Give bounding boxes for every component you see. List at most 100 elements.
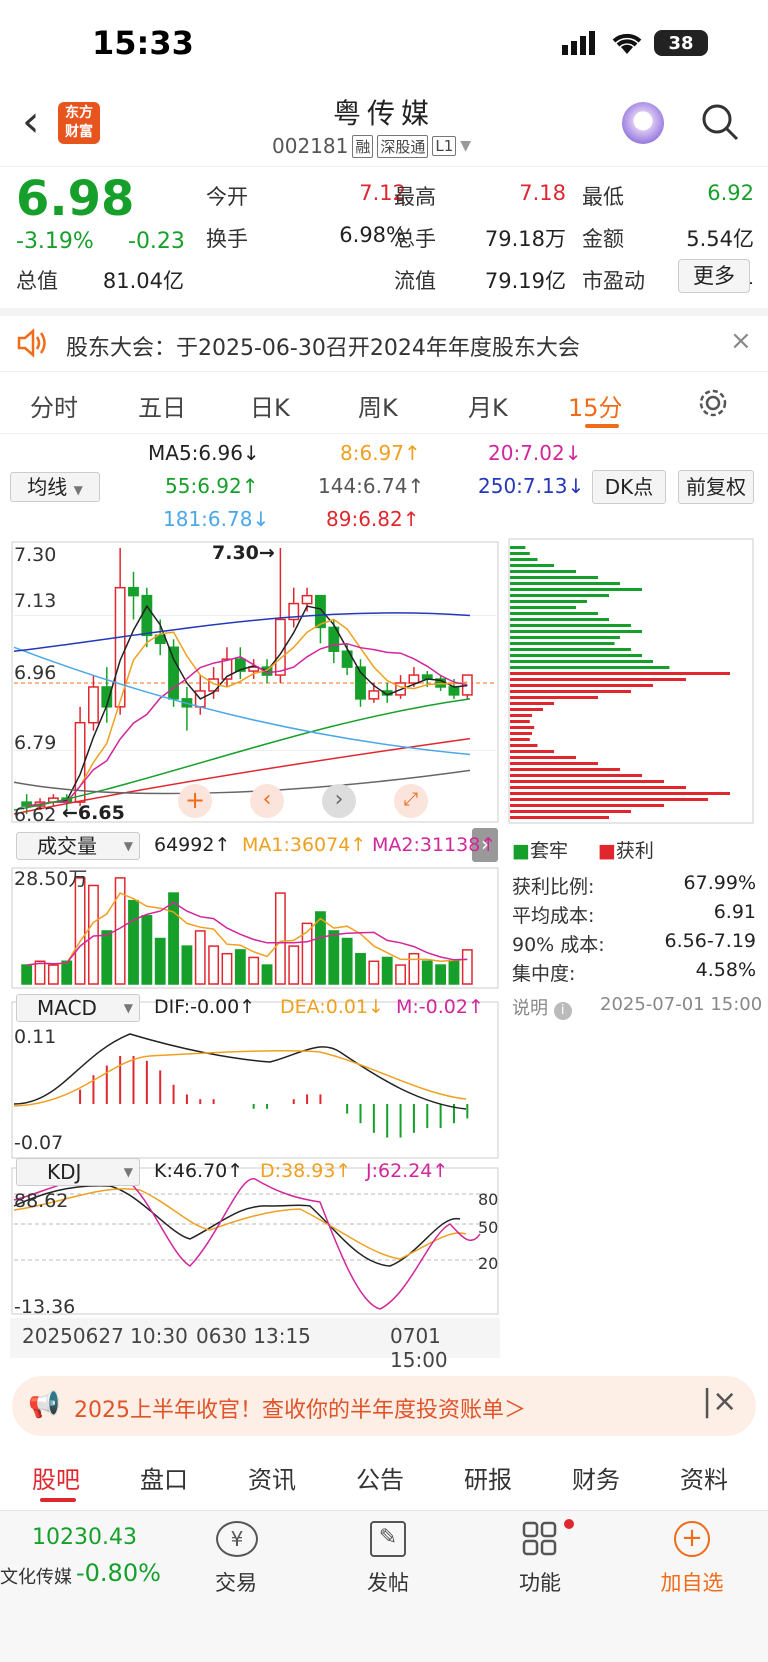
tab-finance[interactable]: 财务 — [572, 1460, 620, 1495]
ma181: 181:6.78↓ — [163, 507, 270, 531]
tab-forum[interactable]: 股吧 — [32, 1460, 80, 1495]
tab-news[interactable]: 资讯 — [248, 1460, 296, 1495]
trade-button[interactable]: 交易 — [196, 1567, 276, 1597]
volume-bar — [101, 930, 113, 985]
chip-bar — [510, 720, 530, 723]
chip-bar — [510, 726, 535, 729]
app-screen: 15:33 38 ‹ 东方 财富 粤传媒 002181 融 深股通 L1 ▼ 6.… — [0, 0, 768, 1662]
chip-stat-label: 集中度: — [512, 963, 576, 985]
notice-bar[interactable]: 股东大会：于2025-06-30召开2024年年度股东大会 × — [0, 308, 768, 372]
volume-value: 64992↑ — [154, 834, 231, 856]
quote-value: 6.98% — [339, 223, 406, 247]
volume-bar — [21, 964, 33, 985]
tab-daily-k[interactable]: 日K — [250, 388, 290, 423]
adjust-button[interactable]: 前复权 — [678, 470, 754, 504]
dropdown-icon: ▼ — [123, 1165, 133, 1179]
y-label-3: 6.96 — [14, 662, 57, 684]
quote-value: 6.92 — [707, 181, 754, 205]
stock-code-row[interactable]: 002181 融 深股通 L1 ▼ — [272, 134, 471, 158]
add-watchlist-button[interactable]: 加自选 — [652, 1567, 732, 1597]
chip-note[interactable]: 说明 i — [512, 994, 572, 1020]
chip-legend: ■套牢 ■获利 — [512, 836, 654, 863]
chip-date: 2025-07-01 15:00 — [600, 994, 763, 1015]
y-label-2: 7.13 — [14, 590, 57, 612]
tab-announcements[interactable]: 公告 — [356, 1460, 404, 1495]
volume-bar — [261, 964, 273, 985]
volume-ma2: MA2:31138↑ — [372, 834, 497, 856]
chip-bar — [510, 780, 664, 783]
chip-bar — [510, 666, 670, 669]
close-icon[interactable]: |× — [702, 1384, 737, 1419]
pan-left-button[interactable]: ‹ — [250, 784, 284, 818]
change-amount: -0.23 — [128, 229, 185, 254]
kline-chart[interactable] — [0, 534, 500, 1364]
speaker-icon — [17, 328, 46, 358]
legend-trapped: ■套牢 — [512, 840, 568, 862]
fullscreen-icon[interactable]: ⤢ — [394, 784, 428, 818]
close-icon[interactable]: × — [730, 326, 752, 356]
chip-stat-label: 90% 成本: — [512, 934, 605, 956]
chip-bar — [510, 606, 576, 609]
quote-label: 总值 — [16, 269, 58, 293]
chip-bar — [510, 768, 620, 771]
chip-bar — [510, 744, 538, 747]
assistant-robot-icon[interactable] — [622, 102, 664, 144]
kdj-bottom-label: -13.36 — [14, 1296, 76, 1318]
more-button[interactable]: 更多 — [678, 259, 750, 293]
gear-icon[interactable] — [696, 386, 730, 420]
time-end: 0701 15:00 — [390, 1324, 448, 1372]
chip-bar — [510, 642, 615, 645]
tab-15min[interactable]: 15分 — [568, 388, 623, 423]
quote-value: 81.04亿 — [102, 269, 184, 293]
tab-profile[interactable]: 资料 — [680, 1460, 728, 1495]
chip-bar — [510, 732, 532, 735]
macd-selector[interactable]: MACD ▼ — [16, 994, 140, 1022]
panel-frame — [11, 1167, 499, 1315]
promo-banner[interactable]: 📢 2025上半年收官！查收你的半年度投资账单＞ |× — [12, 1376, 756, 1436]
tab-weekly-k[interactable]: 周K — [358, 388, 398, 423]
tag-level: L1 — [432, 136, 457, 156]
clock: 15:33 — [92, 24, 194, 62]
pan-right-button[interactable]: › — [322, 784, 356, 818]
ma-selector[interactable]: 均线 ▼ — [10, 472, 100, 502]
zoom-in-button[interactable]: + — [178, 784, 212, 818]
y-label-4: 6.79 — [14, 732, 57, 754]
macd-bottom-label: -0.07 — [14, 1132, 64, 1154]
ma144: 144:6.74↑ — [318, 474, 425, 498]
function-button[interactable]: 功能 — [500, 1567, 580, 1597]
tab-5day[interactable]: 五日 — [138, 388, 186, 423]
index-value[interactable]: 10230.43 — [32, 1525, 137, 1550]
search-icon[interactable] — [700, 102, 740, 142]
volume-bar — [381, 956, 393, 985]
volume-bar — [221, 952, 233, 985]
dk-point-button[interactable]: DK点 — [592, 470, 666, 504]
y-label-top: 7.30 — [14, 544, 57, 566]
tab-research[interactable]: 研报 — [464, 1460, 512, 1495]
chip-bar — [510, 804, 664, 807]
volume-bar — [47, 964, 59, 985]
kdj-selector[interactable]: KDJ ▼ — [16, 1158, 140, 1186]
post-button[interactable]: 发帖 — [348, 1567, 428, 1597]
tab-intraday[interactable]: 分时 — [30, 388, 78, 423]
volume-max-label: 28.50万 — [14, 868, 88, 890]
quote-value: 7.18 — [519, 181, 566, 205]
volume-bar — [34, 960, 46, 985]
chevron-down-icon: ▼ — [460, 138, 472, 154]
time-mid: 0630 13:15 — [196, 1324, 311, 1348]
chip-bar — [510, 696, 598, 699]
tab-monthly-k[interactable]: 月K — [468, 388, 508, 423]
kdj-selector-label: KDJ — [47, 1160, 82, 1184]
chip-bar — [510, 594, 609, 597]
chip-distribution-chart[interactable] — [508, 538, 758, 828]
chip-bar — [510, 714, 532, 717]
ma250-line — [13, 612, 471, 652]
volume-bar — [448, 960, 460, 985]
tab-orderbook[interactable]: 盘口 — [140, 1460, 188, 1495]
volume-selector[interactable]: 成交量 ▼ — [16, 832, 140, 860]
chip-bar — [510, 702, 554, 705]
quote-label: 最高 — [394, 185, 436, 209]
chip-bar — [510, 774, 642, 777]
chip-bar — [510, 672, 730, 675]
chip-bar — [510, 636, 620, 639]
info-icon: i — [553, 1002, 572, 1020]
